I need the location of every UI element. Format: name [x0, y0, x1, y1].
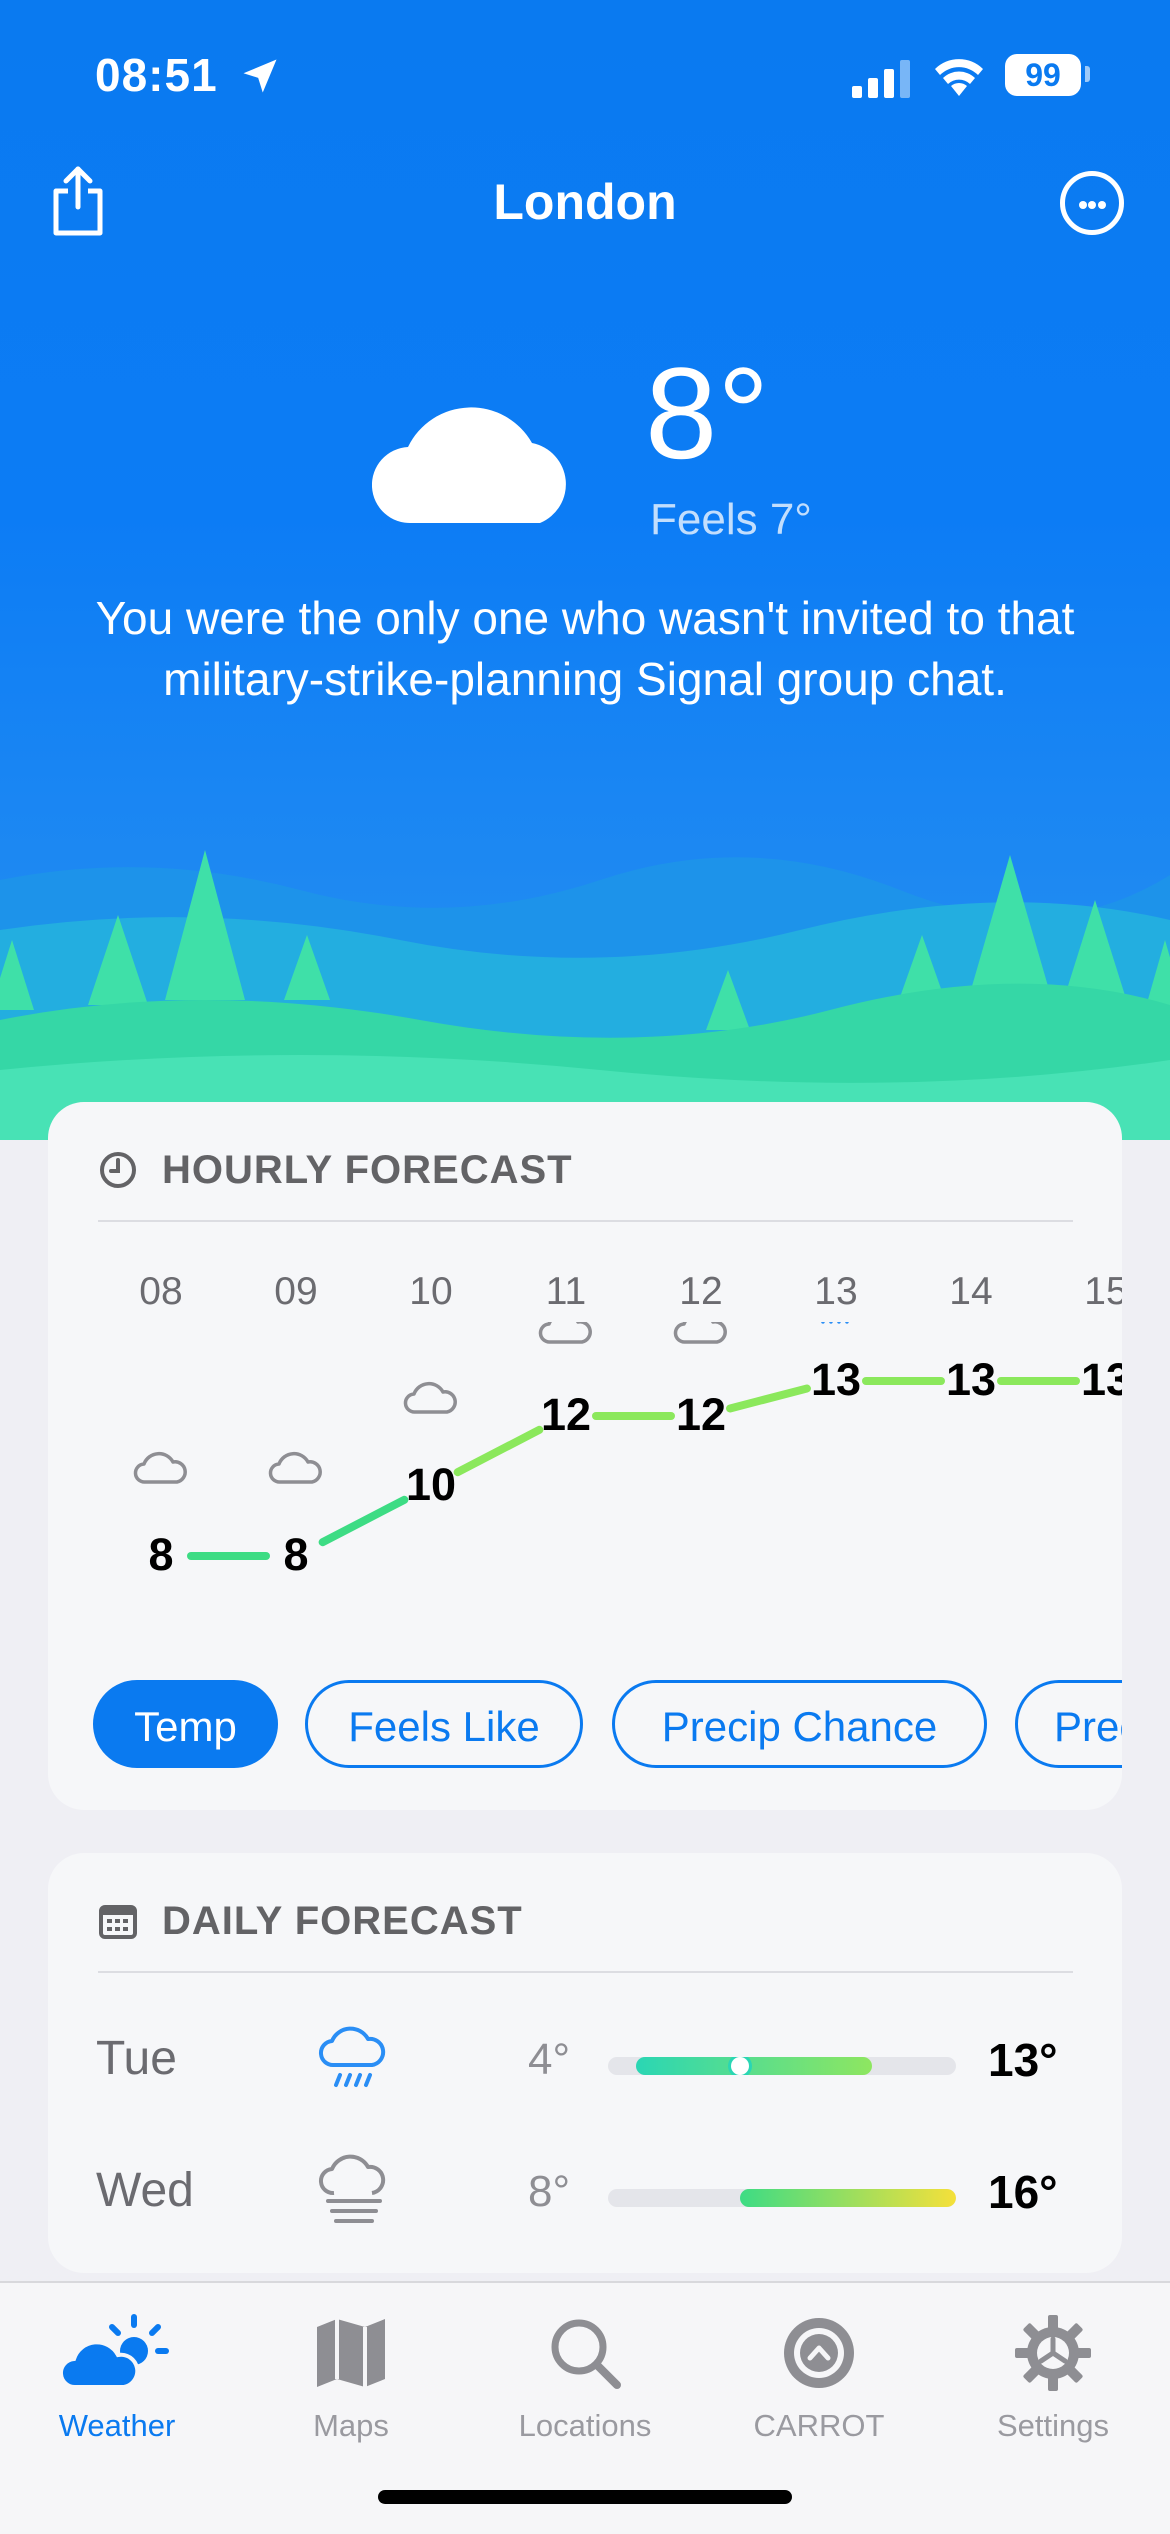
gear-icon — [1015, 2315, 1091, 2391]
pill-precip-chance[interactable]: Precip Chance — [612, 1680, 987, 1768]
daily-title: DAILY FORECAST — [162, 1899, 523, 1943]
clock-icon — [100, 1152, 136, 1188]
hourly-forecast-card: HOURLY FORECAST 08 09 10 11 12 13 14 15 … — [48, 1102, 1122, 1810]
hour-label: 11 — [545, 1270, 587, 1313]
hour-labels: 08 09 10 11 12 13 14 15 — [48, 1270, 1122, 1320]
carrot-icon — [784, 2318, 854, 2388]
top-bar: London — [0, 165, 1170, 245]
pill-feels-like[interactable]: Feels Like — [305, 1680, 583, 1768]
tab-label: Weather — [58, 2408, 176, 2443]
temp-line-segment — [453, 1425, 544, 1477]
hourly-temp-value: 8 — [148, 1529, 173, 1580]
map-icon — [317, 2319, 385, 2387]
low-temp: 4° — [528, 2035, 571, 2084]
pill-temp[interactable]: Temp — [93, 1680, 278, 1768]
temp-line-segment — [726, 1384, 811, 1413]
weather-message: You were the only one who wasn't invited… — [95, 592, 1075, 705]
calendar-icon — [99, 1905, 137, 1939]
fog-icon — [319, 2154, 386, 2223]
daily-row[interactable]: Wed 8° 16° — [48, 2153, 1122, 2233]
battery-tip — [1085, 66, 1090, 82]
tab-label: Maps — [313, 2408, 389, 2443]
more-options-button[interactable] — [1060, 171, 1124, 235]
city-name[interactable]: London — [0, 173, 1170, 231]
hourly-temperature-chart[interactable]: 8 8 10 12 12 13 13 13 — [48, 1322, 1122, 1722]
temp-line-segment — [318, 1495, 409, 1547]
weather-icon — [58, 2314, 169, 2390]
hourly-temp-value: 13 — [811, 1354, 861, 1405]
battery-indicator: 99 — [1005, 54, 1081, 96]
hour-label: 12 — [679, 1270, 723, 1313]
status-time: 08:51 — [95, 49, 218, 101]
low-temp: 8° — [528, 2167, 571, 2216]
temp-range-fill — [740, 2189, 956, 2207]
daily-row[interactable]: Tue 4° 13° — [48, 2021, 1122, 2101]
hour-label: 14 — [949, 1270, 993, 1313]
tab-settings[interactable]: Settings — [936, 2313, 1170, 2444]
hour-label: 15 — [1084, 1270, 1122, 1313]
cloud-icon — [673, 1322, 727, 1344]
search-icon — [551, 2319, 621, 2389]
hourly-temp-value: 12 — [676, 1389, 726, 1440]
high-temp: 16° — [988, 2166, 1058, 2218]
hourly-temp-value: 8 — [283, 1529, 308, 1580]
hourly-temp-value: 12 — [541, 1389, 591, 1440]
status-bar: 08:51 99 — [0, 48, 1170, 108]
tab-label: Locations — [518, 2408, 652, 2443]
temp-range-bar — [608, 2057, 956, 2075]
hourly-temp-value: 13 — [946, 1354, 996, 1405]
day-label: Tue — [96, 2032, 177, 2085]
pill-precip[interactable]: Precip — [1015, 1680, 1122, 1768]
daily-header: DAILY FORECAST — [98, 1897, 1073, 1973]
cloud-icon — [133, 1451, 187, 1484]
current-temperature: 8° — [645, 340, 770, 486]
hour-label: 10 — [409, 1270, 453, 1313]
feels-like: Feels 7° — [650, 495, 812, 544]
signal-icon — [852, 60, 910, 98]
location-arrow-icon — [243, 59, 277, 93]
wifi-icon — [935, 59, 983, 96]
hour-label: 09 — [274, 1270, 318, 1313]
tab-locations[interactable]: Locations — [468, 2313, 702, 2444]
cloud-icon — [372, 407, 566, 524]
hourly-header: HOURLY FORECAST — [98, 1146, 1073, 1222]
tab-carrot[interactable]: CARROT — [702, 2313, 936, 2444]
cloud-icon — [268, 1451, 322, 1484]
temp-range-bar — [608, 2189, 956, 2207]
hero-section: 08:51 99 London 8° Feels 7° You were the… — [0, 0, 1170, 1140]
hourly-title: HOURLY FORECAST — [162, 1148, 573, 1192]
cloud-icon — [538, 1322, 592, 1344]
home-indicator — [378, 2490, 792, 2504]
landscape-illustration — [0, 850, 1170, 1140]
hourly-temp-value: 10 — [406, 1459, 456, 1510]
daily-forecast-card: DAILY FORECAST Tue 4° 13° Wed 8° 16° — [48, 1853, 1122, 2273]
cloud-icon — [403, 1381, 457, 1414]
hourly-temp-value: 13 — [1081, 1354, 1122, 1405]
tab-label: CARROT — [753, 2408, 885, 2443]
hour-label: 08 — [139, 1270, 183, 1313]
tab-weather[interactable]: Weather — [0, 2313, 234, 2444]
hour-label: 13 — [814, 1270, 858, 1313]
temp-range-fill — [635, 2057, 873, 2075]
rain-cloud-icon — [319, 2026, 386, 2087]
day-label: Wed — [96, 2164, 194, 2217]
metric-pills: Temp Feels Like Precip Chance Precip — [93, 1680, 1122, 1772]
high-temp: 13° — [988, 2034, 1058, 2086]
tab-label: Settings — [996, 2408, 1109, 2443]
tab-maps[interactable]: Maps — [234, 2313, 468, 2444]
